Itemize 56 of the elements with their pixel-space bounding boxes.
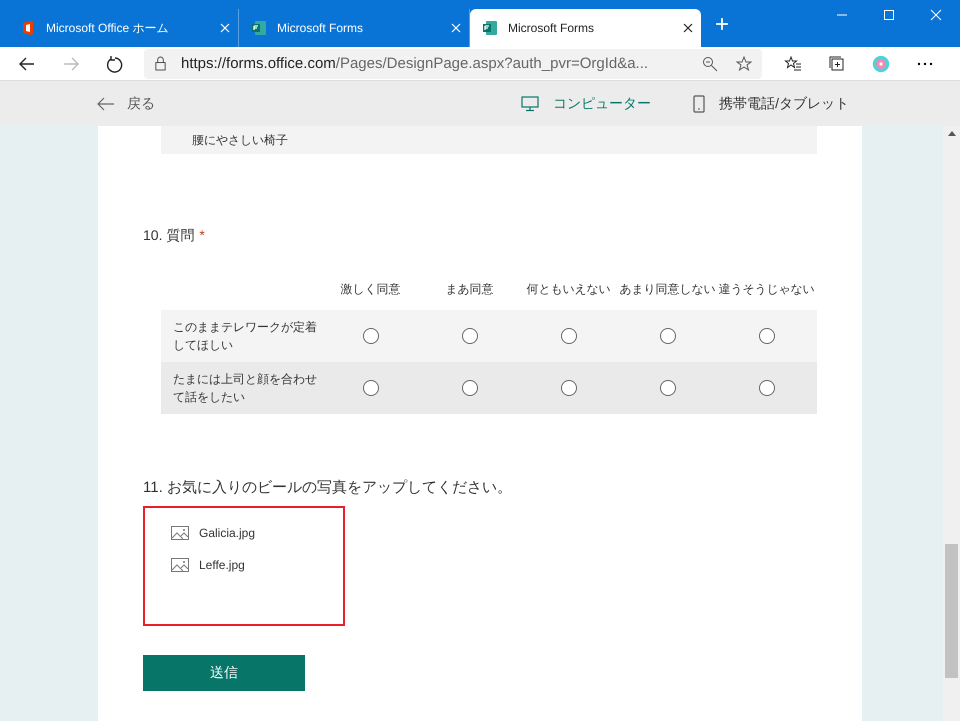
star-icon[interactable] xyxy=(736,56,752,72)
question-title: 11. お気に入りのビールの写真をアップしてください。 xyxy=(143,478,513,497)
browser-tab[interactable]: Microsoft Forms xyxy=(470,9,701,47)
radio-button[interactable] xyxy=(462,328,478,344)
image-icon xyxy=(171,526,189,540)
monitor-icon xyxy=(521,96,540,112)
tab-title: Microsoft Office ホーム xyxy=(46,20,170,36)
radio-button[interactable] xyxy=(660,380,676,396)
favorites-icon[interactable] xyxy=(784,54,802,72)
radio-button[interactable] xyxy=(362,328,378,344)
lock-icon xyxy=(154,56,167,71)
device-label: コンピューター xyxy=(553,94,652,112)
tab-title: Microsoft Forms xyxy=(277,21,364,35)
tab-title: Microsoft Forms xyxy=(508,21,596,35)
scrollbar-thumb[interactable] xyxy=(945,544,958,678)
row-label: たまには上司と顔を合わせて話をしたい xyxy=(172,371,318,406)
device-tab[interactable]: 携帯電話/タブレット xyxy=(693,94,849,112)
column-header: 激しく同意 xyxy=(340,280,402,298)
required-mark: * xyxy=(199,227,205,243)
refresh-icon[interactable] xyxy=(106,54,124,72)
address-bar[interactable]: https://forms.office.com/Pages/DesignPage.aspx?auth_pvr=OrgId&a... xyxy=(144,48,762,78)
device-tab[interactable]: コンピューター xyxy=(521,94,652,112)
phone-icon xyxy=(693,94,706,112)
scroll-up-icon[interactable] xyxy=(948,130,956,136)
back-arrow-icon xyxy=(97,96,115,110)
row-label: このままテレワークが定着してほしい xyxy=(172,319,318,354)
option-label: 腰にやさしい椅子 xyxy=(192,132,288,148)
device-label: 携帯電話/タブレット xyxy=(719,94,849,112)
radio-button[interactable] xyxy=(758,380,774,396)
maximize-icon[interactable] xyxy=(883,9,895,21)
forms-logo-icon xyxy=(251,20,267,36)
forms-logo-icon xyxy=(482,20,498,36)
submit-button[interactable]: 送信 xyxy=(143,655,305,691)
back-arrow-icon[interactable] xyxy=(18,54,36,72)
file-name[interactable]: Leffe.jpg xyxy=(199,558,245,572)
radio-button[interactable] xyxy=(560,328,576,344)
image-icon xyxy=(171,558,189,572)
radio-button[interactable] xyxy=(462,380,478,396)
question-title: 10. 質問 xyxy=(143,227,194,245)
column-header: 何ともいえない xyxy=(526,280,612,298)
collections-icon[interactable] xyxy=(828,54,846,72)
scrollbar[interactable] xyxy=(943,126,960,721)
column-header: 違うそうじゃない xyxy=(718,280,816,298)
file-name[interactable]: Galicia.jpg xyxy=(199,526,256,540)
radio-button[interactable] xyxy=(758,328,774,344)
back-button[interactable]: 戻る xyxy=(97,81,155,126)
radio-button[interactable] xyxy=(560,380,576,396)
radio-button[interactable] xyxy=(362,380,378,396)
new-tab-button[interactable]: + xyxy=(715,11,730,39)
column-header: あまり同意しない xyxy=(618,280,716,298)
url-text: https://forms.office.com/Pages/DesignPage.aspx?auth_pvr=OrgId&a... xyxy=(181,55,650,72)
close-icon[interactable] xyxy=(683,23,693,33)
office-logo-icon xyxy=(20,20,36,36)
column-header: まあ同意 xyxy=(444,280,494,298)
radio-button[interactable] xyxy=(660,328,676,344)
zoom-out-icon[interactable] xyxy=(702,56,718,72)
